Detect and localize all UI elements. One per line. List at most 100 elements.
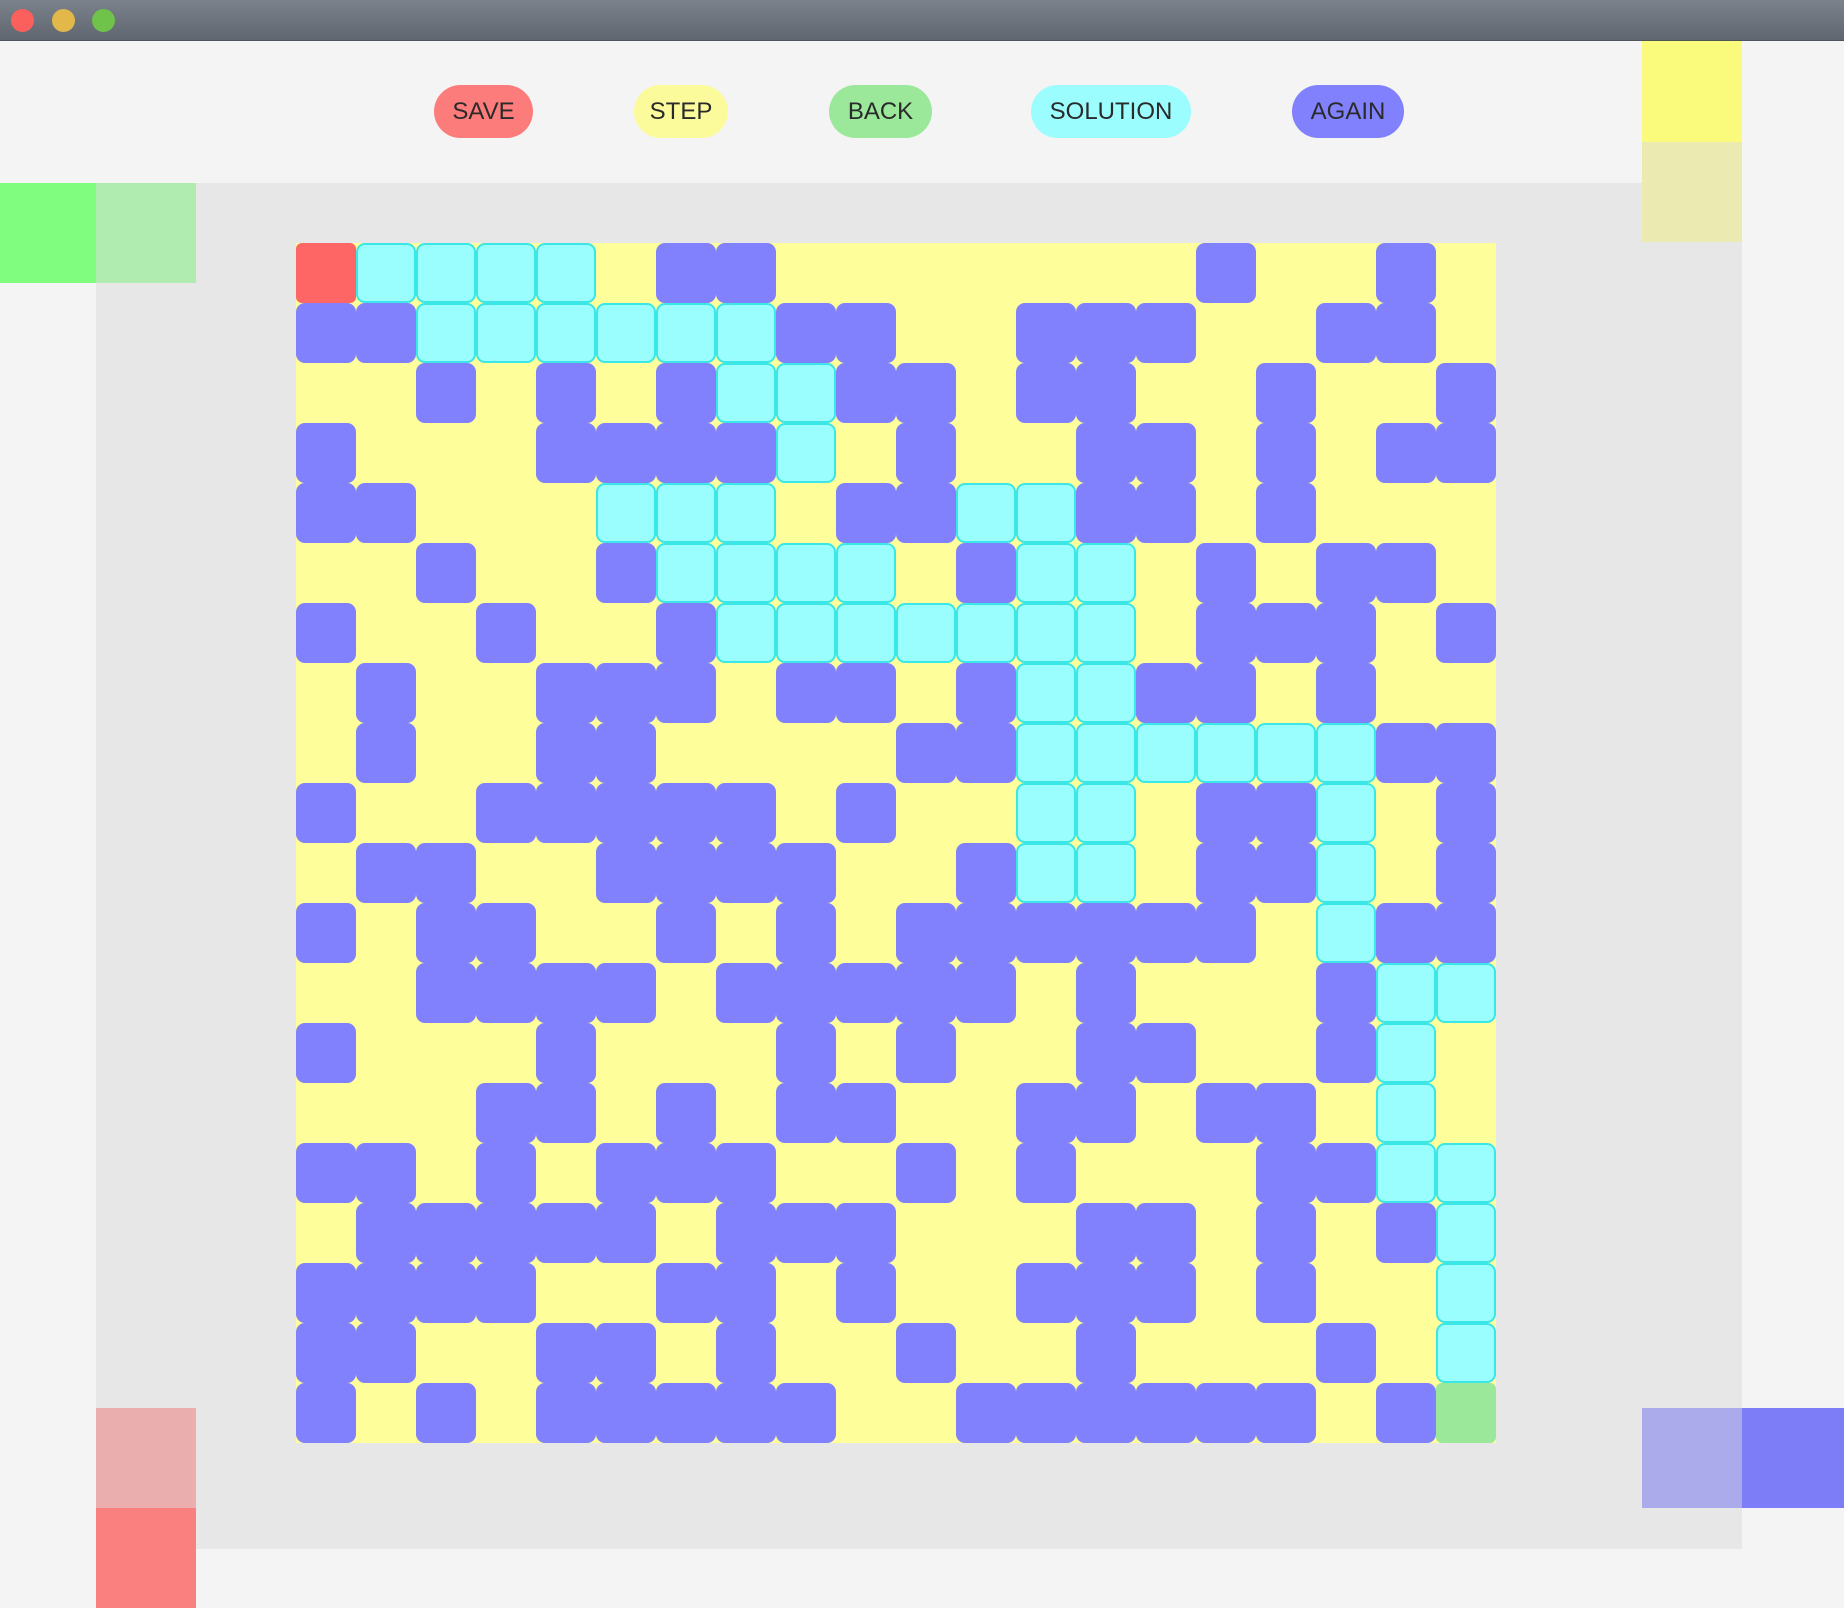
wall-cell: [1136, 483, 1196, 543]
wall-cell: [716, 1263, 776, 1323]
wall-cell: [296, 303, 356, 363]
wall-cell: [1376, 1203, 1436, 1263]
solution-path-cell: [776, 363, 836, 423]
corner-tile-light-blue: [1642, 1408, 1742, 1508]
corner-tile-light-red: [96, 1408, 196, 1508]
wall-cell: [956, 663, 1016, 723]
maximize-window-button[interactable]: [92, 9, 115, 32]
again-button[interactable]: AGAIN: [1292, 85, 1404, 138]
corner-tile-light-green: [96, 183, 196, 283]
wall-cell: [476, 903, 536, 963]
wall-cell: [356, 1203, 416, 1263]
app-content: SAVE STEP BACK SOLUTION AGAIN: [0, 41, 1844, 1608]
solution-path-cell: [416, 303, 476, 363]
solution-path-cell: [1016, 483, 1076, 543]
wall-cell: [1376, 303, 1436, 363]
wall-cell: [596, 423, 656, 483]
wall-cell: [596, 1323, 656, 1383]
solution-path-cell: [1316, 723, 1376, 783]
wall-cell: [476, 1083, 536, 1143]
wall-cell: [476, 963, 536, 1023]
wall-cell: [416, 843, 476, 903]
wall-cell: [1076, 903, 1136, 963]
wall-cell: [956, 843, 1016, 903]
wall-cell: [1316, 303, 1376, 363]
wall-cell: [896, 483, 956, 543]
wall-cell: [1076, 1263, 1136, 1323]
wall-cell: [656, 843, 716, 903]
wall-cell: [1256, 423, 1316, 483]
save-button[interactable]: SAVE: [434, 85, 533, 138]
wall-cell: [536, 1383, 596, 1443]
solution-path-cell: [1436, 1203, 1496, 1263]
solution-path-cell: [1076, 723, 1136, 783]
wall-cell: [356, 843, 416, 903]
wall-cell: [1076, 1323, 1136, 1383]
back-button[interactable]: BACK: [829, 85, 932, 138]
maze-grid[interactable]: [296, 243, 1496, 1443]
wall-cell: [716, 843, 776, 903]
solution-path-cell: [1196, 723, 1256, 783]
wall-cell: [416, 1263, 476, 1323]
wall-cell: [716, 963, 776, 1023]
wall-cell: [1376, 903, 1436, 963]
wall-cell: [1076, 303, 1136, 363]
wall-cell: [296, 423, 356, 483]
solution-path-cell: [1316, 843, 1376, 903]
wall-cell: [1196, 903, 1256, 963]
wall-cell: [776, 963, 836, 1023]
wall-cell: [836, 303, 896, 363]
corner-tile-light-yellow: [1642, 142, 1742, 242]
wall-cell: [776, 303, 836, 363]
step-button[interactable]: STEP: [634, 85, 728, 138]
wall-cell: [836, 1263, 896, 1323]
wall-cell: [476, 1263, 536, 1323]
wall-cell: [896, 1143, 956, 1203]
wall-cell: [1256, 1383, 1316, 1443]
wall-cell: [836, 1203, 896, 1263]
wall-cell: [1436, 843, 1496, 903]
wall-cell: [476, 603, 536, 663]
wall-cell: [1196, 603, 1256, 663]
wall-cell: [656, 243, 716, 303]
wall-cell: [536, 663, 596, 723]
corner-tile-green: [0, 183, 96, 283]
wall-cell: [716, 783, 776, 843]
wall-cell: [596, 963, 656, 1023]
wall-cell: [1016, 1143, 1076, 1203]
wall-cell: [536, 783, 596, 843]
wall-cell: [1256, 1203, 1316, 1263]
wall-cell: [1136, 1383, 1196, 1443]
solution-path-cell: [1076, 843, 1136, 903]
wall-cell: [596, 843, 656, 903]
wall-cell: [1256, 1143, 1316, 1203]
wall-cell: [416, 963, 476, 1023]
solution-button[interactable]: SOLUTION: [1031, 85, 1191, 138]
wall-cell: [536, 423, 596, 483]
wall-cell: [1076, 423, 1136, 483]
wall-cell: [356, 663, 416, 723]
wall-cell: [1196, 1083, 1256, 1143]
wall-cell: [716, 1383, 776, 1443]
solution-path-cell: [1016, 783, 1076, 843]
solution-path-cell: [716, 483, 776, 543]
wall-cell: [416, 1203, 476, 1263]
wall-cell: [956, 543, 1016, 603]
solution-path-cell: [1436, 963, 1496, 1023]
solution-path-cell: [1436, 1263, 1496, 1323]
wall-cell: [956, 903, 1016, 963]
wall-cell: [836, 783, 896, 843]
wall-cell: [656, 363, 716, 423]
wall-cell: [296, 603, 356, 663]
solution-path-cell: [1016, 603, 1076, 663]
wall-cell: [1076, 363, 1136, 423]
solution-path-cell: [656, 483, 716, 543]
close-window-button[interactable]: [11, 9, 34, 32]
wall-cell: [1136, 1023, 1196, 1083]
wall-cell: [1376, 423, 1436, 483]
wall-cell: [716, 1203, 776, 1263]
wall-cell: [656, 1383, 716, 1443]
minimize-window-button[interactable]: [52, 9, 75, 32]
wall-cell: [836, 663, 896, 723]
solution-path-cell: [1016, 543, 1076, 603]
